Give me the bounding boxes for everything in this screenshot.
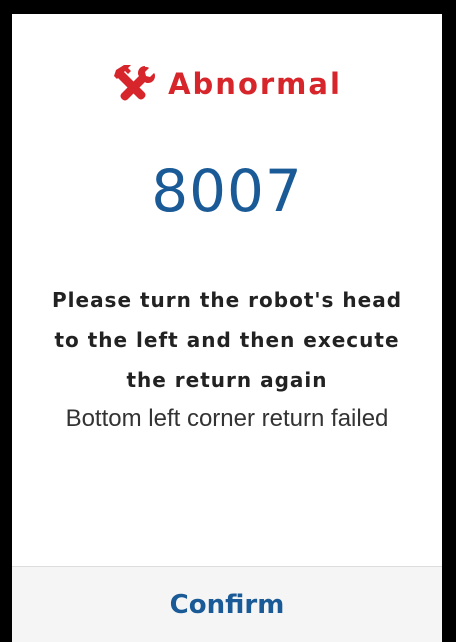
- error-message: Please turn the robot's head to the left…: [51, 288, 403, 392]
- tools-icon: [112, 64, 158, 104]
- status-label: Abnormal: [168, 67, 342, 101]
- error-code: 8007: [151, 157, 303, 225]
- error-dialog: Abnormal 8007 Please turn the robot's he…: [12, 14, 442, 642]
- confirm-button-label: Confirm: [169, 589, 285, 620]
- status-header: Abnormal: [112, 64, 342, 104]
- dialog-body: Abnormal 8007 Please turn the robot's he…: [12, 14, 442, 566]
- confirm-button[interactable]: Confirm: [12, 566, 442, 642]
- error-detail: Bottom left corner return failed: [65, 405, 389, 432]
